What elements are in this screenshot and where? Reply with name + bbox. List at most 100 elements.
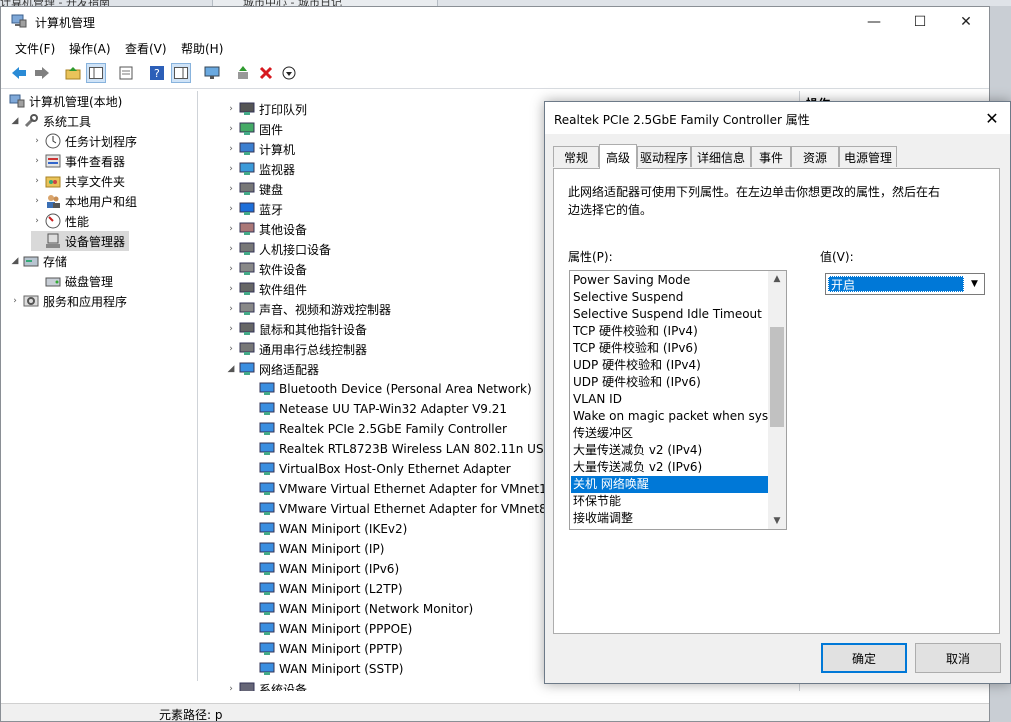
device-category[interactable]: › 监视器	[225, 159, 295, 179]
show-action-pane-icon[interactable]	[171, 63, 191, 83]
property-item[interactable]: 接收端调整	[571, 510, 769, 527]
network-adapter-item[interactable]: WAN Miniport (Network Monitor)	[245, 599, 473, 619]
device-category-network[interactable]: ◢ 网络适配器	[225, 359, 319, 379]
chevron-right-icon[interactable]: ›	[31, 216, 43, 226]
chevron-down-icon[interactable]: ◢	[225, 364, 237, 374]
chevron-right-icon[interactable]: ›	[225, 324, 237, 334]
device-category[interactable]: › 固件	[225, 119, 283, 139]
chevron-right-icon[interactable]: ›	[9, 296, 21, 306]
device-category[interactable]: › 计算机	[225, 139, 295, 159]
up-folder-icon[interactable]	[63, 63, 83, 83]
tab-1[interactable]: 高级	[599, 144, 637, 169]
tree-item-event-viewer[interactable]: › 事件查看器	[31, 151, 125, 171]
ok-button[interactable]: 确定	[821, 643, 907, 673]
property-item[interactable]: Selective Suspend	[571, 289, 769, 306]
property-item[interactable]: TCP 硬件校验和 (IPv4)	[571, 323, 769, 340]
network-adapter-item[interactable]: WAN Miniport (PPPOE)	[245, 619, 412, 639]
tree-item-task-scheduler[interactable]: › 任务计划程序	[31, 131, 137, 151]
property-item[interactable]: Power Saving Mode	[571, 272, 769, 289]
property-listbox[interactable]: Power Saving Mode Selective Suspend Select…	[569, 270, 787, 530]
network-adapter-item[interactable]: WAN Miniport (IP)	[245, 539, 384, 559]
network-adapter-item[interactable]: Realtek PCIe 2.5GbE Family Controller	[245, 419, 507, 439]
tab-2[interactable]: 驱动程序	[637, 146, 691, 167]
chevron-right-icon[interactable]: ›	[225, 204, 237, 214]
help-icon[interactable]: ?	[147, 63, 167, 83]
tree-item-local-users[interactable]: › 本地用户和组	[31, 191, 137, 211]
menu-view[interactable]: 查看(V)	[125, 40, 167, 57]
tab-5[interactable]: 资源	[791, 146, 839, 167]
property-item[interactable]: Selective Suspend Idle Timeout	[571, 306, 769, 323]
uninstall-icon[interactable]	[256, 63, 276, 83]
network-adapter-item[interactable]: WAN Miniport (SSTP)	[245, 659, 403, 679]
network-adapter-item[interactable]: VMware Virtual Ethernet Adapter for VMne…	[245, 479, 546, 499]
value-dropdown[interactable]: 开启 ▼	[825, 273, 985, 295]
maximize-button[interactable]: ☐	[897, 7, 943, 37]
chevron-right-icon[interactable]: ›	[225, 144, 237, 154]
chevron-down-icon[interactable]: ◢	[9, 256, 21, 266]
tree-item-system-tools[interactable]: ◢ 系统工具	[9, 111, 91, 131]
scroll-down-icon[interactable]: ▼	[768, 513, 786, 529]
device-category[interactable]: › 声音、视频和游戏控制器	[225, 299, 391, 319]
dialog-close-button[interactable]: ✕	[977, 105, 1007, 131]
title-bar[interactable]: 计算机管理 — ☐ ✕	[1, 7, 989, 37]
property-item[interactable]: Wake on magic packet when system	[571, 408, 769, 425]
close-button[interactable]: ✕	[943, 7, 989, 37]
property-item[interactable]: 环保节能	[571, 493, 769, 510]
chevron-right-icon[interactable]: ›	[31, 156, 43, 166]
tree-item-disk-management[interactable]: 磁盘管理	[31, 271, 113, 291]
chevron-right-icon[interactable]: ›	[225, 304, 237, 314]
chevron-right-icon[interactable]: ›	[225, 284, 237, 294]
tree-item-storage[interactable]: ◢ 存储	[9, 251, 67, 271]
device-category[interactable]: › 蓝牙	[225, 199, 283, 219]
tab-4[interactable]: 事件	[751, 146, 791, 167]
menu-action[interactable]: 操作(A)	[69, 40, 111, 57]
network-adapter-item[interactable]: VMware Virtual Ethernet Adapter for VMne…	[245, 499, 546, 519]
tab-6[interactable]: 电源管理	[839, 146, 897, 167]
chevron-right-icon[interactable]: ›	[225, 264, 237, 274]
network-adapter-item[interactable]: WAN Miniport (IKEv2)	[245, 519, 407, 539]
back-icon[interactable]	[9, 63, 29, 83]
chevron-right-icon[interactable]: ›	[31, 196, 43, 206]
chevron-down-icon[interactable]: ▼	[966, 275, 983, 293]
property-item[interactable]: UDP 硬件校验和 (IPv6)	[571, 374, 769, 391]
menu-file[interactable]: 文件(F)	[15, 40, 55, 57]
dialog-title-bar[interactable]: Realtek PCIe 2.5GbE Family Controller 属性…	[545, 102, 1010, 134]
network-adapter-item[interactable]: VirtualBox Host-Only Ethernet Adapter	[245, 459, 511, 479]
tree-item-shared-folders[interactable]: › 共享文件夹	[31, 171, 125, 191]
chevron-right-icon[interactable]: ›	[225, 184, 237, 194]
chevron-right-icon[interactable]: ›	[225, 684, 237, 691]
device-category[interactable]: › 软件组件	[225, 279, 307, 299]
property-scrollbar[interactable]: ▲ ▼	[768, 271, 786, 529]
cancel-button[interactable]: 取消	[915, 643, 1001, 673]
tree-item-root[interactable]: 计算机管理(本地)	[7, 91, 122, 111]
minimize-button[interactable]: —	[851, 7, 897, 37]
scroll-thumb[interactable]	[770, 327, 784, 427]
device-category[interactable]: › 鼠标和其他指针设备	[225, 319, 367, 339]
chevron-right-icon[interactable]: ›	[225, 344, 237, 354]
chevron-right-icon[interactable]: ›	[31, 176, 43, 186]
chevron-right-icon[interactable]: ›	[225, 164, 237, 174]
download-icon[interactable]	[279, 63, 299, 83]
tree-item-device-manager[interactable]: 设备管理器	[31, 231, 130, 251]
monitor-icon[interactable]	[202, 63, 222, 83]
show-tree-icon[interactable]	[86, 63, 106, 83]
tree-item-performance[interactable]: › 性能	[31, 211, 89, 231]
property-item[interactable]: UDP 硬件校验和 (IPv4)	[571, 357, 769, 374]
chevron-right-icon[interactable]: ›	[225, 104, 237, 114]
tree-item-services[interactable]: › 服务和应用程序	[9, 291, 127, 311]
property-item[interactable]: TCP 硬件校验和 (IPv6)	[571, 340, 769, 357]
chevron-down-icon[interactable]: ◢	[9, 116, 21, 126]
device-category[interactable]: › 软件设备	[225, 259, 307, 279]
menu-help[interactable]: 帮助(H)	[181, 40, 223, 57]
device-category[interactable]: › 人机接口设备	[225, 239, 331, 259]
network-adapter-item[interactable]: Bluetooth Device (Personal Area Network)	[245, 379, 532, 399]
chevron-right-icon[interactable]: ›	[31, 136, 43, 146]
chevron-right-icon[interactable]: ›	[225, 224, 237, 234]
device-category[interactable]: › 键盘	[225, 179, 283, 199]
update-driver-icon[interactable]	[233, 63, 253, 83]
property-item[interactable]: VLAN ID	[571, 391, 769, 408]
network-adapter-item[interactable]: Netease UU TAP-Win32 Adapter V9.21	[245, 399, 507, 419]
device-category[interactable]: › 通用串行总线控制器	[225, 339, 367, 359]
network-adapter-item[interactable]: WAN Miniport (IPv6)	[245, 559, 399, 579]
device-category[interactable]: › 打印队列	[225, 99, 307, 119]
